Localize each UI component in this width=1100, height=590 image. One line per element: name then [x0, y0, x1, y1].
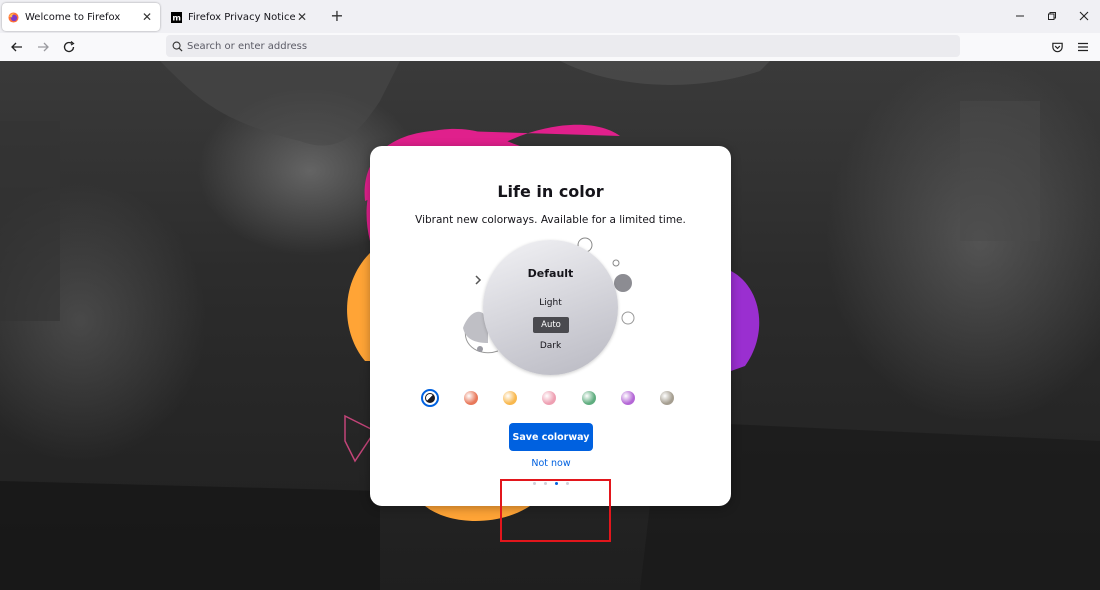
app-menu-button[interactable] — [1073, 37, 1093, 57]
highlight-box — [500, 479, 611, 542]
close-icon — [1079, 11, 1089, 21]
not-now-link[interactable]: Not now — [510, 458, 592, 469]
colorway-modal: Life in color Vibrant new colorways. Ava… — [370, 146, 731, 506]
tab-strip: Welcome to Firefox ✕ m Firefox Privacy N… — [0, 0, 1100, 33]
restore-icon — [1048, 12, 1056, 20]
variant-title: Default — [527, 267, 574, 280]
swatch-purple[interactable] — [621, 391, 635, 405]
colorway-preview: Default Light Auto Dark — [458, 233, 648, 383]
swatch-yellow[interactable] — [503, 391, 517, 405]
tab-welcome[interactable]: Welcome to Firefox ✕ — [2, 3, 160, 31]
welcome-page-background: Life in color Vibrant new colorways. Ava… — [0, 61, 1100, 590]
colorway-swatches — [421, 389, 681, 409]
restore-button[interactable] — [1034, 4, 1070, 28]
mozilla-icon: m — [171, 11, 182, 23]
modal-title: Life in color — [497, 182, 604, 201]
swatch-default[interactable] — [421, 389, 439, 407]
back-button[interactable] — [7, 37, 27, 57]
minimize-button[interactable] — [1002, 4, 1038, 28]
pocket-button[interactable] — [1047, 37, 1067, 57]
hamburger-menu-icon — [1078, 42, 1088, 52]
firefox-icon — [8, 11, 19, 23]
swatch-orange[interactable] — [464, 391, 478, 405]
minimize-icon — [1016, 15, 1024, 17]
tab-privacy-notice[interactable]: m Firefox Privacy Notice — Mozilla ✕ — [165, 3, 315, 31]
close-tab-icon[interactable]: ✕ — [295, 10, 309, 24]
new-tab-button[interactable]: + — [329, 6, 345, 26]
url-input[interactable] — [187, 40, 887, 52]
default-theme-icon — [425, 393, 435, 403]
tab-title: Welcome to Firefox — [25, 11, 121, 23]
swatch-pink[interactable] — [542, 391, 556, 405]
variant-option-dark[interactable]: Dark — [483, 341, 618, 351]
tab-title: Firefox Privacy Notice — Mozilla — [188, 11, 295, 23]
swatch-green[interactable] — [582, 391, 596, 405]
modal-subtitle: Vibrant new colorways. Available for a l… — [415, 214, 686, 226]
close-window-button[interactable] — [1066, 4, 1100, 28]
reload-button[interactable] — [59, 37, 79, 57]
reload-icon — [63, 41, 75, 53]
forward-arrow-icon — [38, 42, 49, 52]
variant-option-auto[interactable]: Auto — [533, 317, 569, 333]
address-bar[interactable] — [166, 35, 960, 57]
forward-button[interactable] — [33, 37, 53, 57]
variant-option-light[interactable]: Light — [483, 298, 618, 308]
back-arrow-icon — [11, 42, 22, 52]
swatch-gray[interactable] — [660, 391, 674, 405]
search-icon — [172, 41, 183, 52]
navigation-toolbar — [0, 33, 1100, 61]
save-colorway-button[interactable]: Save colorway — [509, 423, 593, 451]
svg-text:m: m — [172, 12, 181, 22]
pocket-icon — [1051, 42, 1063, 52]
close-tab-icon[interactable]: ✕ — [140, 10, 154, 24]
